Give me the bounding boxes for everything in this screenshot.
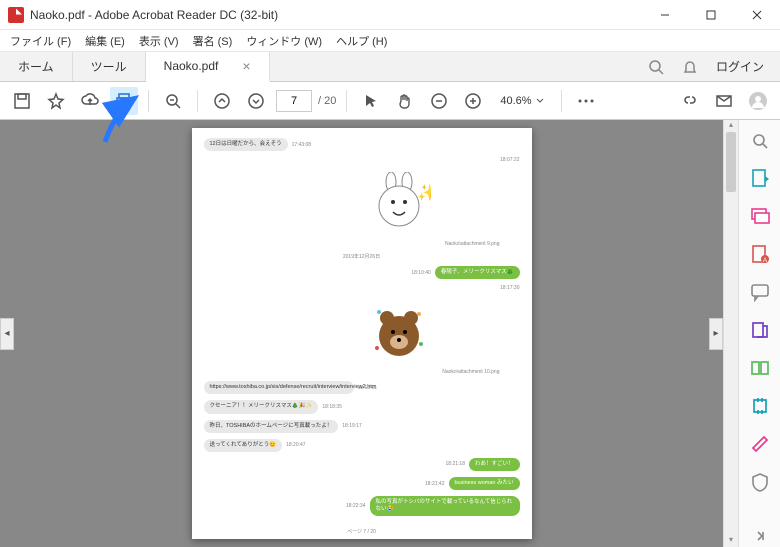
chat-bubble: 12日は日曜だから、会えそう bbox=[204, 138, 288, 151]
timestamp: 18:10:40 bbox=[411, 270, 430, 276]
chat-bubble: https://www.toshiba.co.jp/sis/defense/re… bbox=[204, 381, 354, 394]
content-area: 12日は日曜だから、会えそう 17:43:08 18:07:22 ✨ Naoko… bbox=[0, 120, 780, 547]
menu-edit[interactable]: 編集 (E) bbox=[79, 31, 131, 51]
timestamp: 18:21:18 bbox=[446, 461, 465, 467]
chat-bubble: business woman みたい bbox=[449, 477, 520, 490]
zoom-in-icon[interactable] bbox=[459, 87, 487, 115]
maximize-button[interactable] bbox=[688, 0, 734, 30]
protect-icon[interactable] bbox=[748, 472, 772, 492]
zoom-out-icon[interactable] bbox=[425, 87, 453, 115]
timestamp: 18:19:17 bbox=[342, 423, 361, 429]
tab-bar: ホーム ツール Naoko.pdf × ログイン bbox=[0, 52, 780, 82]
window-controls bbox=[642, 0, 780, 30]
timestamp: 18:18:35 bbox=[322, 404, 341, 410]
tab-home[interactable]: ホーム bbox=[0, 52, 73, 81]
cloud-upload-icon[interactable] bbox=[76, 87, 104, 115]
redact-icon[interactable] bbox=[748, 434, 772, 454]
acrobat-app-icon bbox=[8, 7, 24, 23]
create-pdf-icon[interactable] bbox=[748, 206, 772, 226]
chat-bubble: クセーニア！！メリークリスマス🎄🎉✨ bbox=[204, 400, 319, 413]
hand-icon[interactable] bbox=[391, 87, 419, 115]
vertical-scrollbar[interactable]: ▴ ▾ bbox=[723, 120, 738, 547]
toolbar: / 20 40.6% bbox=[0, 82, 780, 120]
timestamp: 18:20:47 bbox=[286, 442, 305, 448]
chevron-down-icon bbox=[536, 97, 544, 105]
email-icon[interactable] bbox=[710, 87, 738, 115]
comment-icon[interactable] bbox=[748, 282, 772, 302]
tab-close-icon[interactable]: × bbox=[242, 58, 250, 74]
pointer-icon[interactable] bbox=[357, 87, 385, 115]
date-separator: 2019年12月26日 bbox=[204, 253, 520, 260]
zoom-level[interactable]: 40.6% bbox=[493, 92, 550, 110]
close-button[interactable] bbox=[734, 0, 780, 30]
search-tool-icon[interactable] bbox=[748, 132, 772, 150]
menu-view[interactable]: 表示 (V) bbox=[133, 31, 185, 51]
sticker-bear bbox=[364, 297, 434, 367]
chat-bubble: わあ！すごい！ bbox=[469, 458, 520, 471]
timestamp: 18:21:42 bbox=[425, 481, 444, 487]
timestamp: 17:43:08 bbox=[292, 142, 311, 148]
right-tool-panel: A bbox=[738, 120, 780, 547]
scroll-thumb[interactable] bbox=[726, 132, 736, 192]
combine-icon[interactable] bbox=[748, 320, 772, 340]
menu-file[interactable]: ファイル (F) bbox=[4, 31, 77, 51]
menu-window[interactable]: ウィンドウ (W) bbox=[240, 31, 328, 51]
menubar: ファイル (F) 編集 (E) 表示 (V) 署名 (S) ウィンドウ (W) … bbox=[0, 30, 780, 52]
minimize-button[interactable] bbox=[642, 0, 688, 30]
chat-bubble: 春陽子、メリークリスマス🎄 bbox=[435, 266, 520, 279]
bell-icon[interactable] bbox=[682, 59, 698, 75]
save-icon[interactable] bbox=[8, 87, 36, 115]
page-total-label: / 20 bbox=[318, 95, 336, 107]
pdf-page: 12日は日曜だから、会えそう 17:43:08 18:07:22 ✨ Naoko… bbox=[192, 128, 532, 539]
more-icon[interactable] bbox=[572, 87, 600, 115]
titlebar: Naoko.pdf - Adobe Acrobat Reader DC (32-… bbox=[0, 0, 780, 30]
share-link-icon[interactable] bbox=[676, 87, 704, 115]
star-icon[interactable] bbox=[42, 87, 70, 115]
zoom-out-find-icon[interactable] bbox=[159, 87, 187, 115]
attachment-label: Naoko\attachment 9.png bbox=[204, 241, 500, 247]
page-up-icon[interactable] bbox=[208, 87, 236, 115]
attachment-label: Naoko\attachment 10.png bbox=[204, 369, 500, 375]
tab-document[interactable]: Naoko.pdf × bbox=[146, 52, 270, 82]
timestamp: 18:18:01 bbox=[358, 385, 377, 391]
search-icon[interactable] bbox=[648, 59, 664, 75]
compress-icon[interactable] bbox=[748, 396, 772, 416]
chat-bubble: 昨日、TOSHIBAのホームページに写真載ったよ！ bbox=[204, 420, 339, 433]
document-viewport[interactable]: 12日は日曜だから、会えそう 17:43:08 18:07:22 ✨ Naoko… bbox=[0, 120, 723, 547]
timestamp: 18:07:22 bbox=[500, 157, 519, 163]
chat-bubble: 私の写真がトシバのサイトで載っているなんて信じられない😭 bbox=[370, 496, 520, 516]
timestamp: 18:17:30 bbox=[500, 285, 519, 291]
page-number-input[interactable] bbox=[276, 90, 312, 112]
sticker-rabbit: ✨ bbox=[364, 169, 434, 239]
tab-document-label: Naoko.pdf bbox=[164, 59, 219, 73]
page-down-icon[interactable] bbox=[242, 87, 270, 115]
svg-text:A: A bbox=[762, 258, 766, 264]
edit-pdf-icon[interactable]: A bbox=[748, 244, 772, 264]
timestamp: 18:22:34 bbox=[346, 503, 365, 509]
organize-icon[interactable] bbox=[748, 358, 772, 378]
export-pdf-icon[interactable] bbox=[748, 168, 772, 188]
page-footer: ページ 7 / 20 bbox=[347, 528, 376, 535]
print-icon[interactable] bbox=[110, 87, 138, 115]
menu-help[interactable]: ヘルプ (H) bbox=[330, 31, 393, 51]
svg-text:✨: ✨ bbox=[417, 184, 431, 202]
account-icon[interactable] bbox=[744, 87, 772, 115]
window-title: Naoko.pdf - Adobe Acrobat Reader DC (32-… bbox=[30, 8, 642, 22]
tab-tools[interactable]: ツール bbox=[73, 52, 146, 81]
collapse-panel-icon[interactable] bbox=[748, 528, 772, 544]
menu-sign[interactable]: 署名 (S) bbox=[187, 31, 239, 51]
chat-bubble: 送ってくれてありがとう😊 bbox=[204, 439, 283, 452]
login-link[interactable]: ログイン bbox=[716, 58, 764, 75]
